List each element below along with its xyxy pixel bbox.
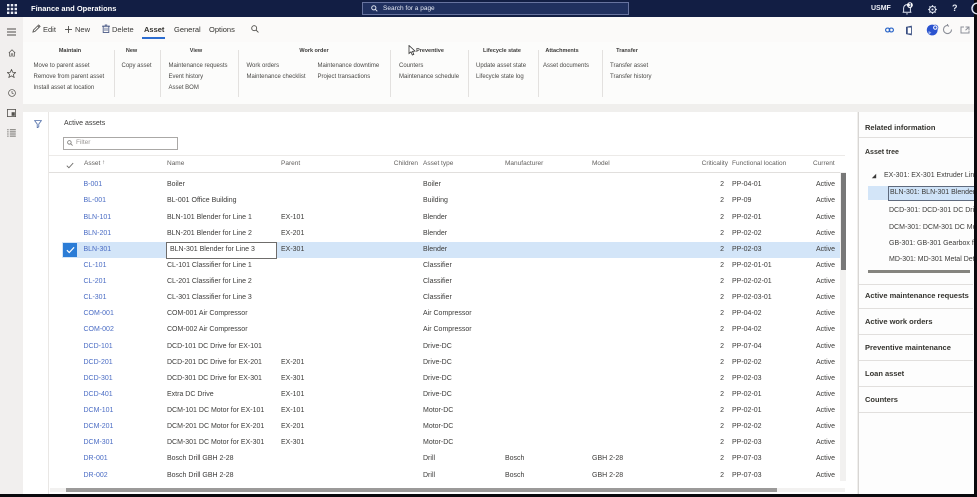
svg-text:3: 3 <box>909 3 912 9</box>
